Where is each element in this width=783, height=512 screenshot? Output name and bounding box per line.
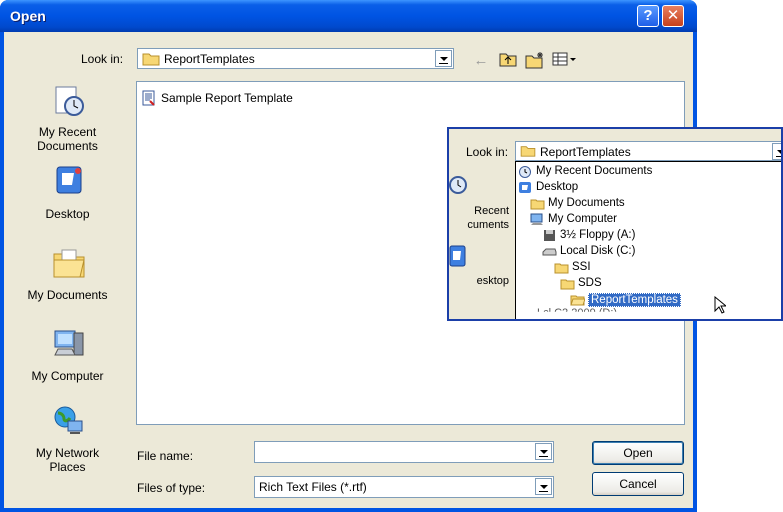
file-name-input[interactable]: [254, 441, 554, 463]
close-icon: ✕: [666, 7, 680, 24]
folder-icon: [560, 279, 575, 290]
folder-open-icon: [570, 295, 585, 306]
recent-documents-icon: [55, 86, 84, 116]
tree-label: 3½ Floppy (A:): [560, 229, 636, 241]
place-label: Desktop: [45, 207, 90, 221]
inset-left-label: Recent: [474, 205, 509, 217]
tree-label: Local Disk (C:): [560, 245, 636, 257]
place-label: My Computer: [31, 369, 104, 383]
folder-icon: [142, 53, 160, 66]
my-computer-icon: [54, 330, 84, 356]
my-documents-icon: [530, 199, 545, 210]
inset-left-label: cuments: [467, 219, 509, 231]
up-folder-icon[interactable]: [498, 51, 518, 71]
close-button[interactable]: ✕: [662, 5, 684, 27]
zoom-inset: Look in: ReportTemplates Recent cuments …: [447, 127, 783, 321]
recent-documents-icon: [519, 166, 531, 178]
desktop-icon: [56, 166, 82, 194]
disk-icon: [542, 248, 557, 256]
look-in-dropdown-arrow[interactable]: [435, 50, 452, 67]
tree-label: ReportTemplates: [588, 293, 681, 307]
tree-label: My Computer: [548, 213, 618, 225]
place-label: My Recent Documents: [37, 125, 98, 153]
recent-documents-icon: [449, 176, 467, 194]
my-computer-icon: [530, 213, 543, 225]
inset-look-in-combo[interactable]: ReportTemplates: [515, 141, 781, 161]
file-name-dropdown-arrow[interactable]: [535, 443, 552, 460]
inset-left-label: esktop: [476, 275, 509, 287]
open-button[interactable]: Open: [592, 441, 684, 465]
new-folder-icon[interactable]: [525, 51, 545, 71]
tree-label: SSI: [572, 261, 591, 273]
inset-look-in-value: ReportTemplates: [540, 145, 631, 159]
title-bar[interactable]: Open ? ✕: [0, 0, 697, 32]
inset-look-in-label: Look in:: [466, 145, 509, 159]
inset-places-fragment: Recent cuments esktop: [449, 161, 515, 319]
window-title: Open: [10, 8, 46, 24]
place-label: My Network Places: [35, 446, 100, 474]
mouse-cursor-icon: [714, 296, 726, 314]
look-in-label: Look in:: [81, 52, 124, 66]
file-type-select[interactable]: Rich Text Files (*.rtf): [254, 476, 554, 498]
places-bar: My Recent Documents Desktop My Documents …: [9, 80, 126, 494]
desktop-icon: [449, 245, 466, 267]
back-icon[interactable]: ←: [471, 51, 491, 71]
network-places-icon: [54, 406, 83, 434]
file-name: Sample Report Template: [161, 91, 293, 105]
my-documents-icon: [53, 249, 85, 278]
look-in-combo[interactable]: ReportTemplates: [137, 48, 454, 69]
tree-label: My Recent Documents: [536, 165, 653, 177]
place-label: My Documents: [27, 288, 108, 302]
help-icon: ?: [643, 7, 653, 24]
floppy-icon: [544, 230, 555, 241]
file-type-dropdown-arrow[interactable]: [535, 478, 552, 495]
inset-dropdown-arrow[interactable]: [772, 143, 781, 160]
views-menu-icon[interactable]: [552, 51, 578, 71]
look-in-value: ReportTemplates: [164, 52, 255, 66]
tree-label: Desktop: [536, 181, 579, 193]
folder-icon: [554, 263, 569, 274]
tree-label: My Documents: [548, 197, 625, 209]
desktop-icon: [519, 182, 531, 193]
rtf-document-icon: [142, 90, 155, 106]
look-in-dropdown-list[interactable]: My Recent Documents Desktop My Documents…: [515, 161, 781, 319]
help-button[interactable]: ?: [637, 5, 659, 27]
file-type-value: Rich Text Files (*.rtf): [259, 480, 367, 494]
tree-label: SDS: [578, 277, 602, 289]
folder-icon: [520, 146, 536, 157]
file-type-label: Files of type:: [137, 481, 206, 495]
file-name-label: File name:: [137, 449, 194, 463]
cancel-button[interactable]: Cancel: [592, 472, 684, 496]
